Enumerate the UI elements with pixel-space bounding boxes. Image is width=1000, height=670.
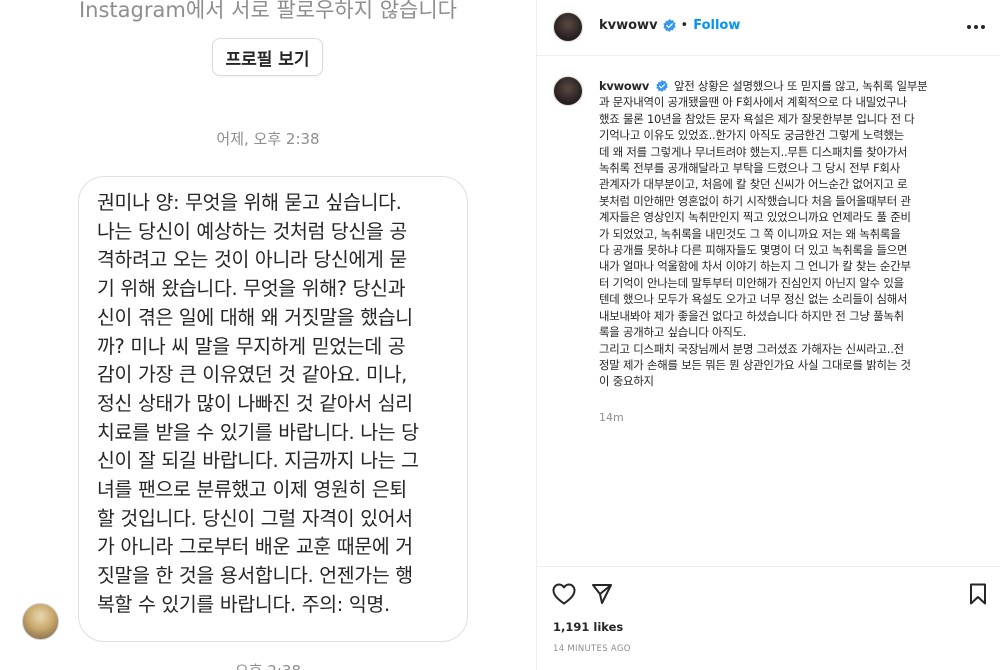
post-time: 14 MINUTES AGO (553, 644, 631, 654)
caption-text: 앞전 상황은 설명했으나 또 믿지를 않고, 녹취록 일부분 과 문자내역이 공… (599, 79, 928, 389)
heart-icon[interactable] (551, 581, 577, 607)
header-user-line: kvwowv • Follow (599, 18, 740, 33)
chat-screenshot: Instagram에서 서로 팔로우하지 않습니다 프로필 보기 어제, 오후 … (0, 0, 536, 670)
post-header: kvwowv • Follow (537, 0, 1000, 56)
sender-avatar[interactable] (22, 603, 59, 640)
post-panel: kvwowv • Follow kvwowv 앞전 상황은 설명했으나 또 믿지… (536, 0, 1000, 670)
header-username[interactable]: kvwowv (599, 18, 658, 33)
header-separator: • (680, 18, 689, 33)
chat-timestamp: 어제, 오후 2:38 (216, 130, 320, 148)
verified-badge-icon (655, 80, 669, 93)
caption-username[interactable]: kvwowv (599, 79, 649, 93)
caption-time: 14m (599, 411, 624, 424)
more-options-icon[interactable] (963, 14, 989, 40)
header-avatar[interactable] (553, 12, 583, 42)
chat-header-text: Instagram에서 서로 팔로우하지 않습니다 (78, 0, 458, 22)
follow-button[interactable]: Follow (693, 18, 740, 33)
post-actions: 1,191 likes 14 MINUTES AGO (537, 566, 1000, 670)
message-text: 권미나 양: 무엇을 위해 묻고 싶습니다. 나는 당신이 예상하는 것처럼 당… (97, 191, 419, 616)
verified-badge-icon (662, 19, 676, 32)
send-icon[interactable] (589, 581, 615, 607)
likes-count[interactable]: 1,191 likes (553, 620, 623, 634)
bookmark-icon[interactable] (965, 581, 991, 607)
post-caption: kvwowv 앞전 상황은 설명했으나 또 믿지를 않고, 녹취록 일부분 과 … (599, 78, 991, 390)
message-bubble: 권미나 양: 무엇을 위해 묻고 싶습니다. 나는 당신이 예상하는 것처럼 당… (78, 176, 468, 642)
chat-bottom-timestamp: 오후 2:38 (0, 660, 536, 670)
view-profile-button[interactable]: 프로필 보기 (212, 38, 323, 76)
caption-avatar[interactable] (553, 76, 583, 106)
